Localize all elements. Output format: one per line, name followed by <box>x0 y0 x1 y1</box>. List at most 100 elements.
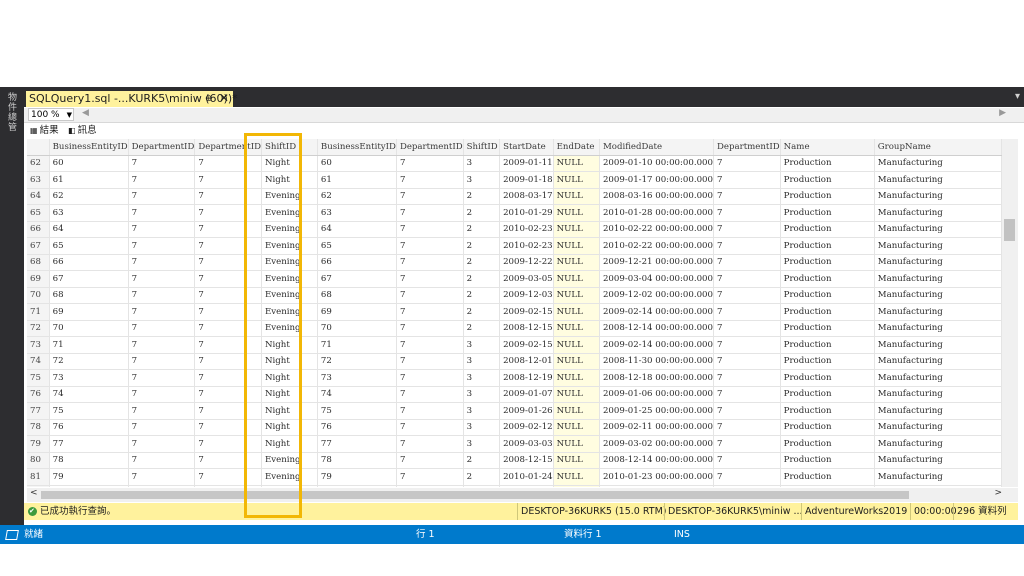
table-row[interactable]: 78 76 7 7 Night 76 7 3 2009-02-12 NULL 2009-02-11 … <box>27 419 1002 436</box>
grid-cell[interactable]: 65 <box>49 237 129 255</box>
row-number[interactable]: 70 <box>27 287 50 304</box>
grid-cell[interactable]: 7 <box>713 287 781 304</box>
row-number[interactable]: 76 <box>27 386 50 403</box>
table-row[interactable]: 73 71 7 7 Night 71 7 3 2009-02-15 NULL 2009-02-14 … <box>27 336 1002 354</box>
grid-cell[interactable]: 2009-12-22 <box>499 254 554 271</box>
grid-cell[interactable]: NULL <box>553 369 600 387</box>
row-number[interactable]: 62 <box>27 155 50 172</box>
row-number[interactable]: 67 <box>27 237 50 255</box>
grid-cell[interactable]: 2 <box>463 485 501 487</box>
grid-cell[interactable]: 7 <box>713 254 781 271</box>
grid-cell[interactable]: Production <box>780 303 875 321</box>
column-header[interactable]: DepartmentID <box>128 139 196 156</box>
grid-cell[interactable]: 7 <box>396 188 464 205</box>
grid-cell[interactable]: 7 <box>396 287 464 304</box>
grid-cell[interactable]: Production <box>780 336 875 354</box>
grid-cell[interactable]: 7 <box>128 303 196 321</box>
grid-cell[interactable]: 3 <box>463 386 501 403</box>
grid-cell[interactable]: Production <box>780 353 875 370</box>
grid-cell[interactable]: 71 <box>49 336 129 354</box>
grid-cell[interactable]: 3 <box>463 402 501 420</box>
grid-cell[interactable]: 2009-12-21 00:00:00.000 <box>599 254 714 271</box>
grid-cell[interactable]: 7 <box>713 435 781 453</box>
table-row[interactable]: 64 62 7 7 Evening 62 7 2 2008-03-17 NULL 2008-03-1… <box>27 188 1002 205</box>
grid-cell[interactable]: Production <box>780 386 875 403</box>
grid-cell[interactable]: 2008-12-01 <box>499 353 554 370</box>
grid-cell[interactable]: 2010-01-24 <box>499 468 554 486</box>
grid-cell[interactable]: 2010-01-16 00:00:00.000 <box>599 485 714 487</box>
grid-cell[interactable]: Manufacturing <box>874 204 1002 222</box>
grid-cell[interactable]: Manufacturing <box>874 221 1002 238</box>
grid-cell[interactable]: 60 <box>317 155 397 172</box>
grid-cell[interactable]: 66 <box>317 254 397 271</box>
grid-cell[interactable]: 74 <box>317 386 397 403</box>
grid-cell[interactable]: 60 <box>49 155 129 172</box>
grid-cell[interactable]: 7 <box>396 435 464 453</box>
grid-cell[interactable]: 3 <box>463 419 501 436</box>
grid-cell[interactable]: 7 <box>396 171 464 189</box>
grid-cell[interactable]: 3 <box>463 353 501 370</box>
grid-cell[interactable]: 7 <box>396 254 464 271</box>
table-row[interactable]: 67 65 7 7 Evening 65 7 2 2010-02-23 NULL 2010-02-2… <box>27 237 1002 255</box>
grid-cell[interactable]: 3 <box>463 369 501 387</box>
grid-cell[interactable]: NULL <box>553 287 600 304</box>
grid-cell[interactable]: 2009-01-10 00:00:00.000 <box>599 155 714 172</box>
grid-cell[interactable]: Production <box>780 435 875 453</box>
close-tab-icon[interactable]: ✕ <box>219 90 229 106</box>
grid-cell[interactable]: 80 <box>49 485 129 487</box>
grid-cell[interactable]: 2010-01-17 <box>499 485 554 487</box>
grid-cell[interactable]: 66 <box>49 254 129 271</box>
grid-cell[interactable]: 2009-03-05 <box>499 270 554 288</box>
grid-cell[interactable]: Manufacturing <box>874 254 1002 271</box>
grid-cell[interactable]: 7 <box>713 221 781 238</box>
grid-cell[interactable]: 7 <box>128 452 196 469</box>
row-number[interactable]: 69 <box>27 270 50 288</box>
grid-cell[interactable]: NULL <box>553 386 600 403</box>
grid-cell[interactable]: 7 <box>128 435 196 453</box>
grid-cell[interactable]: 7 <box>396 155 464 172</box>
table-row[interactable]: 76 74 7 7 Night 74 7 3 2009-01-07 NULL 2009-01-06 … <box>27 386 1002 403</box>
table-row[interactable]: 71 69 7 7 Evening 69 7 2 2009-02-15 NULL 2009-02-1… <box>27 303 1002 321</box>
grid-cell[interactable]: 2 <box>463 468 501 486</box>
grid-cell[interactable]: 7 <box>396 237 464 255</box>
grid-cell[interactable]: 2009-03-02 00:00:00.000 <box>599 435 714 453</box>
grid-cell[interactable]: 7 <box>713 402 781 420</box>
table-row[interactable]: 828077Evening80722010-01-17NULL2010-01-1… <box>27 485 1002 487</box>
grid-cell[interactable]: NULL <box>553 188 600 205</box>
grid-cell[interactable]: 2009-01-17 00:00:00.000 <box>599 171 714 189</box>
grid-cell[interactable]: NULL <box>553 237 600 255</box>
grid-cell[interactable]: 67 <box>49 270 129 288</box>
grid-cell[interactable]: 7 <box>396 402 464 420</box>
table-row[interactable]: 74 72 7 7 Night 72 7 3 2008-12-01 NULL 2008-11-30 … <box>27 353 1002 370</box>
grid-cell[interactable]: 7 <box>128 386 196 403</box>
grid-cell[interactable]: 2 <box>463 221 501 238</box>
grid-cell[interactable]: 78 <box>49 452 129 469</box>
grid-cell[interactable]: Manufacturing <box>874 155 1002 172</box>
grid-cell[interactable]: Manufacturing <box>874 485 1002 487</box>
grid-cell[interactable]: 72 <box>49 353 129 370</box>
grid-cell[interactable]: NULL <box>553 254 600 271</box>
grid-cell[interactable]: 7 <box>396 419 464 436</box>
grid-cell[interactable]: 2010-02-23 <box>499 237 554 255</box>
column-header[interactable]: StartDate <box>499 139 554 156</box>
grid-cell[interactable]: Manufacturing <box>874 353 1002 370</box>
grid-cell[interactable]: 2009-02-12 <box>499 419 554 436</box>
grid-cell[interactable]: 75 <box>317 402 397 420</box>
grid-cell[interactable]: NULL <box>553 320 600 337</box>
row-number[interactable]: 72 <box>27 320 50 337</box>
scroll-left-icon[interactable]: ◀ <box>82 108 89 118</box>
tab-list-dropdown-icon[interactable]: ▾ <box>1015 91 1020 102</box>
scroll-right-icon[interactable]: > <box>994 488 1002 498</box>
grid-cell[interactable]: Manufacturing <box>874 419 1002 436</box>
grid-cell[interactable]: 7 <box>713 485 781 487</box>
grid-cell[interactable]: 2008-03-17 <box>499 188 554 205</box>
grid-cell[interactable]: Manufacturing <box>874 435 1002 453</box>
grid-cell[interactable]: 7 <box>713 188 781 205</box>
grid-cell[interactable]: 68 <box>317 287 397 304</box>
grid-cell[interactable]: 2 <box>463 237 501 255</box>
table-row[interactable]: 72 70 7 7 Evening 70 7 2 2008-12-15 NULL 2008-12-1… <box>27 320 1002 337</box>
grid-cell[interactable]: 7 <box>396 369 464 387</box>
grid-cell[interactable]: 2009-02-14 00:00:00.000 <box>599 303 714 321</box>
grid-cell[interactable]: 77 <box>49 435 129 453</box>
grid-cell[interactable]: NULL <box>553 171 600 189</box>
